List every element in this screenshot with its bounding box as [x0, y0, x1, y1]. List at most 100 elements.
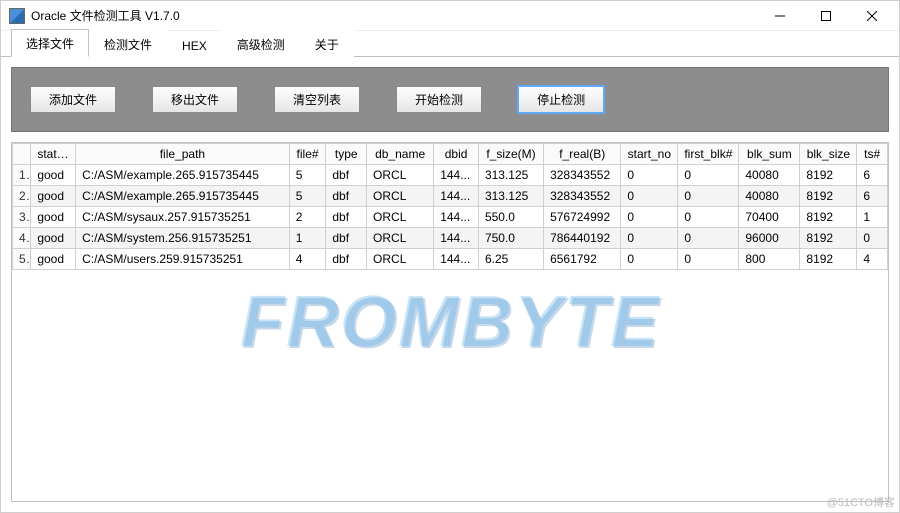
- tab-select-file[interactable]: 选择文件: [11, 29, 89, 57]
- table-row[interactable]: 1goodC:/ASM/example.265.9157354455dbfORC…: [13, 165, 888, 186]
- cell-ts-no: 4: [857, 249, 888, 270]
- col-file-no[interactable]: file#: [289, 144, 326, 165]
- cell-file-no: 5: [289, 186, 326, 207]
- tab-label: 高级检测: [237, 38, 285, 52]
- table-body: 1goodC:/ASM/example.265.9157354455dbfORC…: [13, 165, 888, 270]
- cell-file-path: C:/ASM/sysaux.257.915735251: [76, 207, 290, 228]
- col-dbid[interactable]: dbid: [434, 144, 479, 165]
- maximize-icon: [821, 11, 831, 21]
- cell-blk-sum: 70400: [739, 207, 800, 228]
- cell-f-size: 6.25: [478, 249, 543, 270]
- cell-file-path: C:/ASM/example.265.915735445: [76, 165, 290, 186]
- col-db-name[interactable]: db_name: [367, 144, 434, 165]
- table-row[interactable]: 3goodC:/ASM/sysaux.257.9157352512dbfORCL…: [13, 207, 888, 228]
- rownum: 4: [13, 228, 31, 249]
- cell-ts-no: 6: [857, 165, 888, 186]
- col-status[interactable]: status: [31, 144, 76, 165]
- cell-file-no: 2: [289, 207, 326, 228]
- cell-db-name: ORCL: [367, 165, 434, 186]
- cell-status: good: [31, 249, 76, 270]
- cell-first-blk: 0: [678, 228, 739, 249]
- cell-dbid: 144...: [434, 228, 479, 249]
- cell-blk-sum: 40080: [739, 186, 800, 207]
- table-row[interactable]: 4goodC:/ASM/system.256.9157352511dbfORCL…: [13, 228, 888, 249]
- col-start-no[interactable]: start_no: [621, 144, 678, 165]
- close-button[interactable]: [849, 1, 895, 31]
- cell-file-path: C:/ASM/example.265.915735445: [76, 186, 290, 207]
- cell-dbid: 144...: [434, 207, 479, 228]
- cell-f-real: 6561792: [544, 249, 621, 270]
- minimize-icon: [775, 11, 785, 21]
- start-check-button[interactable]: 开始检测: [396, 86, 482, 113]
- cell-start-no: 0: [621, 228, 678, 249]
- cell-f-real: 576724992: [544, 207, 621, 228]
- cell-dbid: 144...: [434, 249, 479, 270]
- clear-list-button[interactable]: 清空列表: [274, 86, 360, 113]
- col-first-blk[interactable]: first_blk#: [678, 144, 739, 165]
- cell-status: good: [31, 207, 76, 228]
- cell-start-no: 0: [621, 207, 678, 228]
- cell-file-no: 4: [289, 249, 326, 270]
- table-header: status file_path file# type db_name dbid…: [13, 144, 888, 165]
- tab-check-file[interactable]: 检测文件: [89, 30, 167, 57]
- tab-label: HEX: [182, 39, 207, 53]
- toolbar-container: 添加文件 移出文件 清空列表 开始检测 停止检测: [1, 57, 899, 142]
- tab-advanced[interactable]: 高级检测: [222, 30, 300, 57]
- col-f-size[interactable]: f_size(M): [478, 144, 543, 165]
- cell-file-no: 1: [289, 228, 326, 249]
- tab-about[interactable]: 关于: [300, 30, 354, 57]
- cell-db-name: ORCL: [367, 228, 434, 249]
- cell-type: dbf: [326, 207, 367, 228]
- file-table: status file_path file# type db_name dbid…: [12, 143, 888, 270]
- app-icon: [9, 8, 25, 24]
- cell-start-no: 0: [621, 165, 678, 186]
- cell-blk-size: 8192: [800, 228, 857, 249]
- tab-bar: 选择文件 检测文件 HEX 高级检测 关于: [1, 31, 899, 57]
- cell-blk-sum: 40080: [739, 165, 800, 186]
- cell-ts-no: 0: [857, 228, 888, 249]
- col-blk-size[interactable]: blk_size: [800, 144, 857, 165]
- watermark: FROMBYTE: [240, 281, 660, 363]
- table-row[interactable]: 2goodC:/ASM/example.265.9157354455dbfORC…: [13, 186, 888, 207]
- cell-blk-size: 8192: [800, 249, 857, 270]
- titlebar: Oracle 文件检测工具 V1.7.0: [1, 1, 899, 31]
- cell-blk-sum: 800: [739, 249, 800, 270]
- cell-blk-size: 8192: [800, 207, 857, 228]
- cell-f-real: 328343552: [544, 165, 621, 186]
- tab-label: 关于: [315, 38, 339, 52]
- minimize-button[interactable]: [757, 1, 803, 31]
- rownum: 1: [13, 165, 31, 186]
- cell-dbid: 144...: [434, 186, 479, 207]
- cell-first-blk: 0: [678, 249, 739, 270]
- cell-db-name: ORCL: [367, 249, 434, 270]
- cell-type: dbf: [326, 186, 367, 207]
- cell-blk-size: 8192: [800, 165, 857, 186]
- cell-blk-sum: 96000: [739, 228, 800, 249]
- cell-type: dbf: [326, 165, 367, 186]
- cell-file-path: C:/ASM/users.259.915735251: [76, 249, 290, 270]
- table-container[interactable]: FROMBYTE status file_path file# type db_…: [11, 142, 889, 502]
- col-ts-no[interactable]: ts#: [857, 144, 888, 165]
- add-file-button[interactable]: 添加文件: [30, 86, 116, 113]
- tab-hex[interactable]: HEX: [167, 33, 222, 57]
- cell-db-name: ORCL: [367, 207, 434, 228]
- col-rownum[interactable]: [13, 144, 31, 165]
- col-type[interactable]: type: [326, 144, 367, 165]
- cell-status: good: [31, 186, 76, 207]
- stop-check-button[interactable]: 停止检测: [518, 86, 604, 113]
- cell-type: dbf: [326, 249, 367, 270]
- toolbar: 添加文件 移出文件 清空列表 开始检测 停止检测: [11, 67, 889, 132]
- rownum: 5: [13, 249, 31, 270]
- cell-f-real: 328343552: [544, 186, 621, 207]
- col-f-real[interactable]: f_real(B): [544, 144, 621, 165]
- cell-first-blk: 0: [678, 186, 739, 207]
- app-window: Oracle 文件检测工具 V1.7.0 选择文件 检测文件 HEX 高级检测 …: [0, 0, 900, 513]
- maximize-button[interactable]: [803, 1, 849, 31]
- col-blk-sum[interactable]: blk_sum: [739, 144, 800, 165]
- cell-f-real: 786440192: [544, 228, 621, 249]
- cell-status: good: [31, 228, 76, 249]
- table-row[interactable]: 5goodC:/ASM/users.259.9157352514dbfORCL1…: [13, 249, 888, 270]
- col-file-path[interactable]: file_path: [76, 144, 290, 165]
- remove-file-button[interactable]: 移出文件: [152, 86, 238, 113]
- cell-blk-size: 8192: [800, 186, 857, 207]
